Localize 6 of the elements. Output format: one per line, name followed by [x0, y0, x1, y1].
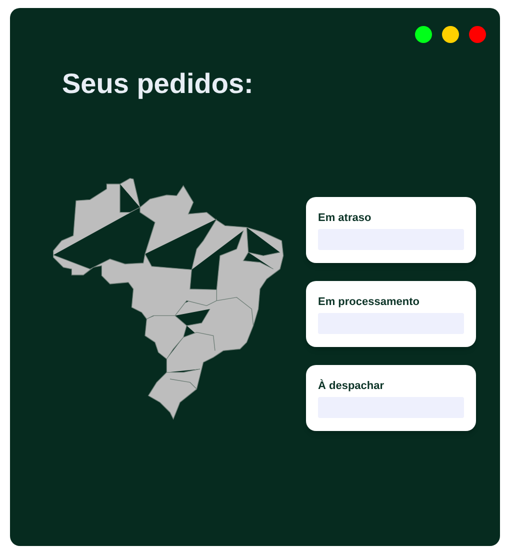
card-label: Em processamento: [318, 295, 420, 309]
page-title: Seus pedidos:: [62, 67, 254, 101]
card-label: Em atraso: [318, 211, 372, 225]
window-button[interactable]: [415, 26, 432, 43]
window-button[interactable]: [442, 26, 459, 43]
card-label: À despachar: [318, 379, 384, 393]
